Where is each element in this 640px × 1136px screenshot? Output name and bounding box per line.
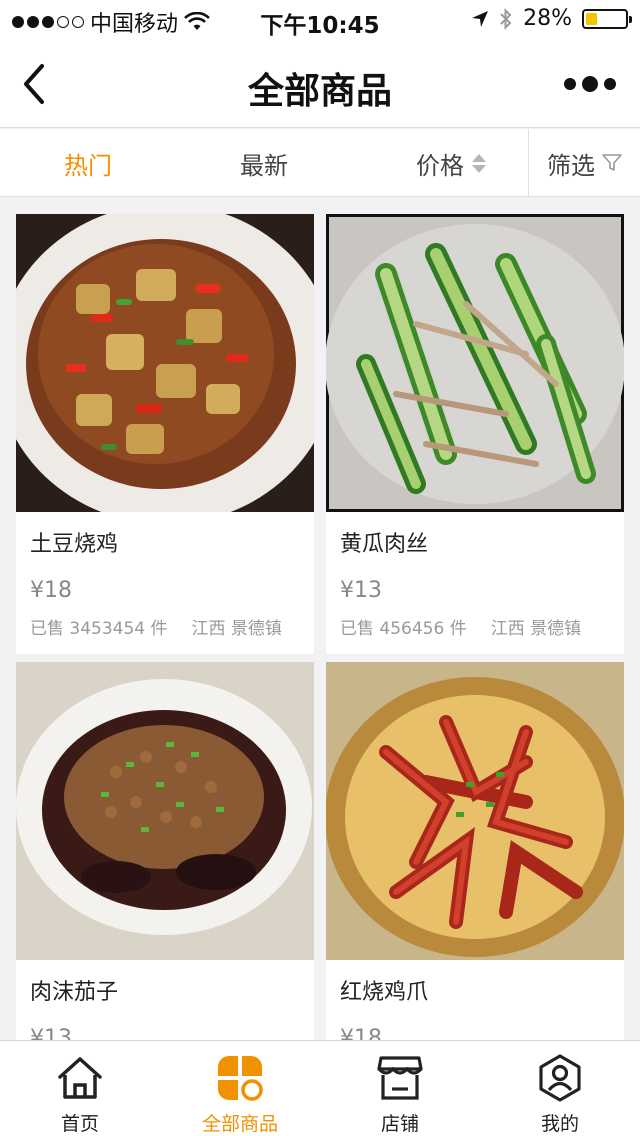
product-sold-count: 已售 3453454 件 [30,619,168,639]
product-card[interactable]: 黄瓜肉丝 ¥13 已售 456456 件 江西 景德镇 [326,214,624,654]
tab-all-products-label: 全部商品 [201,1113,278,1135]
product-card[interactable]: 土豆烧鸡 ¥18 已售 3453454 件 江西 景德镇 [16,214,314,654]
funnel-icon [602,154,622,171]
page-title: 全部商品 [247,71,392,112]
product-name: 黄瓜肉丝 [340,532,429,557]
all-products-icon [218,1056,263,1101]
product-card[interactable]: 肉沫茄子 ¥13 [16,662,314,1040]
product-card[interactable]: 红烧鸡爪 ¥18 [326,662,624,1040]
product-grid: 土豆烧鸡 ¥18 已售 3453454 件 江西 景德镇 黄瓜肉丝 ¥13 已售… [0,198,640,1040]
product-image [16,662,314,960]
home-icon [58,1057,102,1099]
filter-bar: 热门 最新 价格 筛选 [0,129,640,197]
product-sold-count: 已售 456456 件 [340,619,467,639]
location-arrow-icon [472,10,489,27]
product-image [326,662,624,960]
sort-arrows-icon [472,153,486,173]
battery-percent: 28% [523,6,572,31]
tab-bar: 首页 全部商品 店铺 我的 [0,1040,640,1136]
product-meta: 已售 456456 件 江西 景德镇 [340,614,581,639]
filter-price-tab[interactable]: 价格 [416,129,486,197]
product-name: 肉沫茄子 [30,980,119,1005]
product-name: 土豆烧鸡 [30,532,119,557]
product-location: 江西 景德镇 [191,619,282,639]
product-price: ¥18 [340,1026,382,1040]
tab-profile[interactable]: 我的 [480,1041,640,1136]
product-name: 红烧鸡爪 [340,980,429,1005]
filter-newest-tab[interactable]: 最新 [240,129,288,197]
battery-level [586,12,597,25]
filter-price-label: 价格 [416,151,464,180]
tab-profile-label: 我的 [540,1113,579,1135]
filter-screen-label: 筛选 [547,151,595,180]
product-image [16,214,314,512]
navigation-bar: 全部商品 [0,40,640,128]
bluetooth-icon [500,7,512,30]
product-image [326,214,624,512]
filter-newest-label: 最新 [240,151,288,180]
product-price: ¥18 [30,578,72,603]
product-price: ¥13 [340,578,382,603]
status-bar: 中国移动 下午10:45 28% [0,0,640,40]
tab-all-products[interactable]: 全部商品 [160,1041,320,1136]
profile-icon [539,1054,581,1102]
tab-home[interactable]: 首页 [0,1041,160,1136]
product-meta: 已售 3453454 件 江西 景德镇 [30,614,282,639]
product-price: ¥13 [30,1026,72,1040]
filter-screen-button[interactable]: 筛选 [528,129,640,197]
status-right: 28% [471,6,632,31]
tab-home-label: 首页 [60,1113,99,1135]
filter-hot-label: 热门 [64,151,112,180]
product-location: 江西 景德镇 [490,619,582,639]
tab-store[interactable]: 店铺 [320,1041,480,1136]
tab-store-label: 店铺 [380,1113,419,1135]
more-dots-icon[interactable] [564,76,616,92]
battery-icon [582,8,632,29]
filter-hot-tab[interactable]: 热门 [64,129,112,197]
store-icon [377,1056,423,1100]
